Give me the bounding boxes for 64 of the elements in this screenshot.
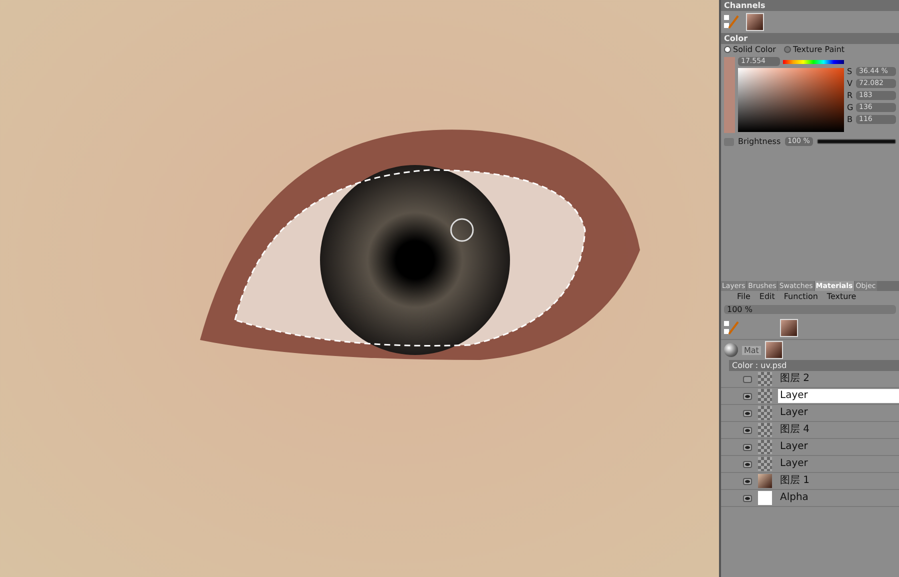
layer-thumbnail — [758, 440, 772, 454]
channel-row[interactable]: Color : uv.psd — [729, 360, 899, 371]
menu-item[interactable]: Edit — [759, 292, 775, 301]
layer-thumbnail — [758, 457, 772, 471]
color-picker-square[interactable] — [738, 68, 844, 132]
layer-thumbnail — [758, 491, 772, 505]
layer-row[interactable]: Layer — [721, 456, 899, 473]
field-label: R — [847, 91, 853, 100]
radio-option[interactable]: Texture Paint — [784, 45, 845, 54]
material-name[interactable]: Mat — [742, 346, 761, 354]
layer-name: Alpha — [779, 491, 810, 505]
layer-name: 图层 1 — [779, 474, 811, 488]
layer-thumbnail — [758, 474, 772, 488]
layer-name: 图层 4 — [779, 423, 811, 437]
radio-option[interactable]: Solid Color — [724, 45, 776, 54]
layer-thumbnail — [758, 389, 772, 403]
texture-thumbnail[interactable] — [780, 319, 798, 337]
visibility-toggle[interactable] — [743, 478, 752, 484]
field-label: B — [847, 115, 853, 124]
eye-icon — [745, 428, 750, 432]
layer-name: Layer — [778, 389, 899, 403]
layer-name: Layer — [779, 406, 809, 420]
texture-thumbnail[interactable] — [764, 341, 783, 359]
brush-icon[interactable] — [724, 320, 740, 336]
layer-name: 图层 2 — [779, 372, 811, 386]
menu-item[interactable]: Function — [784, 292, 818, 301]
layer-thumbnail — [758, 372, 772, 386]
layer-row[interactable]: Layer — [721, 439, 899, 456]
menu-item[interactable]: Texture — [826, 292, 856, 301]
eye-icon — [745, 480, 750, 482]
layer-row[interactable]: Layer — [721, 388, 899, 405]
field-label: V — [847, 79, 853, 88]
visibility-toggle[interactable] — [743, 410, 752, 416]
layer-row[interactable]: 图层 4 — [721, 422, 899, 439]
layer-name: Layer — [779, 440, 809, 454]
eye-icon — [745, 496, 750, 500]
field-label: G — [847, 103, 853, 112]
material-sphere-icon[interactable] — [724, 343, 738, 357]
layer-row[interactable]: Layer — [721, 405, 899, 422]
panel-title: Color — [721, 33, 899, 44]
layer-row[interactable]: Alpha — [721, 490, 899, 507]
color-swatch[interactable] — [746, 13, 764, 31]
eye-icon — [745, 446, 750, 448]
panel-title: Channels — [721, 0, 899, 11]
eye-icon — [745, 412, 750, 414]
layer-row[interactable]: 图层 1 — [721, 473, 899, 490]
layer-thumbnail — [758, 423, 772, 437]
layer-row[interactable]: 图层 2 — [721, 371, 899, 388]
visibility-toggle[interactable] — [743, 494, 752, 502]
eye-icon — [745, 394, 750, 398]
field-label: S — [847, 67, 853, 76]
visibility-toggle[interactable] — [743, 444, 752, 450]
zoom-field[interactable]: 100 % — [724, 305, 896, 314]
visibility-toggle[interactable] — [743, 426, 752, 434]
visibility-toggle[interactable] — [743, 460, 752, 468]
layer-thumbnail — [758, 406, 772, 420]
menu-item[interactable]: File — [737, 292, 750, 301]
brush-icon[interactable] — [724, 14, 740, 30]
eye-icon — [745, 462, 750, 466]
field-label: Brightness — [738, 137, 781, 146]
visibility-toggle[interactable] — [743, 392, 752, 400]
hue-bar[interactable] — [783, 60, 844, 64]
visibility-toggle[interactable] — [743, 376, 752, 382]
layer-name: Layer — [779, 457, 809, 471]
